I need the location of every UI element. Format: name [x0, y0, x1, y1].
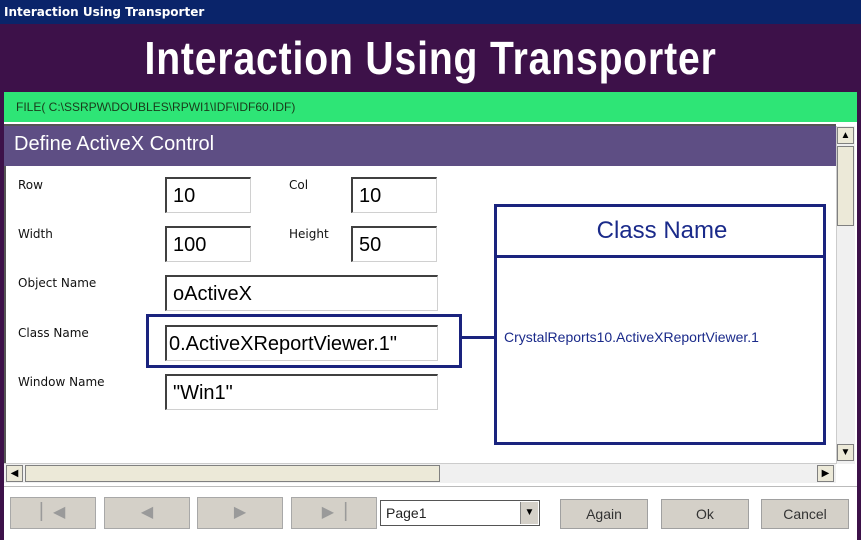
banner: Interaction Using Transporter: [0, 24, 861, 92]
horizontal-scroll-thumb[interactable]: [25, 465, 440, 482]
scroll-down-icon[interactable]: ▼: [837, 444, 854, 461]
first-page-icon: ▏◀: [40, 504, 66, 521]
width-input[interactable]: 100: [165, 226, 251, 262]
last-page-button[interactable]: ▶▕: [291, 497, 377, 529]
prev-page-button[interactable]: ◀: [104, 497, 190, 529]
callout-value: CrystalReports10.ActiveXReportViewer.1: [502, 302, 810, 382]
scroll-up-icon[interactable]: ▲: [837, 127, 854, 144]
window-title-bar: Interaction Using Transporter: [0, 0, 861, 24]
file-path-bar: FILE( C:\SSRPW\DOUBLES\RPWI1\IDF\IDF60.I…: [4, 92, 857, 122]
next-page-button[interactable]: ▶: [197, 497, 283, 529]
cancel-button[interactable]: Cancel: [761, 499, 849, 529]
height-label: Height: [289, 227, 329, 241]
banner-title: Interaction Using Transporter: [144, 32, 717, 84]
callout-divider: [494, 255, 826, 258]
page-select[interactable]: Page1: [380, 500, 540, 526]
file-path: FILE( C:\SSRPW\DOUBLES\RPWI1\IDF\IDF60.I…: [16, 100, 296, 114]
frame-right: [857, 92, 861, 540]
section-header: Define ActiveX Control: [4, 126, 836, 166]
col-label: Col: [289, 178, 309, 192]
object-name-input[interactable]: oActiveX: [165, 275, 438, 311]
chevron-down-icon[interactable]: ▼: [520, 502, 538, 524]
again-button[interactable]: Again: [560, 499, 648, 529]
window-title: Interaction Using Transporter: [4, 5, 205, 19]
scroll-right-icon[interactable]: ▶: [817, 465, 834, 482]
row-input[interactable]: 10: [165, 177, 251, 213]
vertical-scroll-thumb[interactable]: [837, 146, 854, 226]
callout-connector: [462, 336, 496, 339]
next-page-icon: ▶: [233, 504, 247, 521]
first-page-button[interactable]: ▏◀: [10, 497, 96, 529]
prev-page-icon: ◀: [140, 504, 154, 521]
ok-button[interactable]: Ok: [661, 499, 749, 529]
width-label: Width: [18, 227, 53, 241]
last-page-icon: ▶▕: [321, 504, 347, 521]
class-name-highlight: [146, 314, 462, 368]
col-input[interactable]: 10: [351, 177, 437, 213]
height-input[interactable]: 50: [351, 226, 437, 262]
class-name-label: Class Name: [18, 326, 89, 340]
callout-title: Class Name: [528, 212, 796, 252]
scroll-left-icon[interactable]: ◀: [6, 465, 23, 482]
window-name-label: Window Name: [18, 375, 105, 389]
row-label: Row: [18, 178, 43, 192]
window-name-input[interactable]: "Win1": [165, 374, 438, 410]
object-name-label: Object Name: [18, 276, 97, 290]
section-title: Define ActiveX Control: [14, 133, 215, 155]
